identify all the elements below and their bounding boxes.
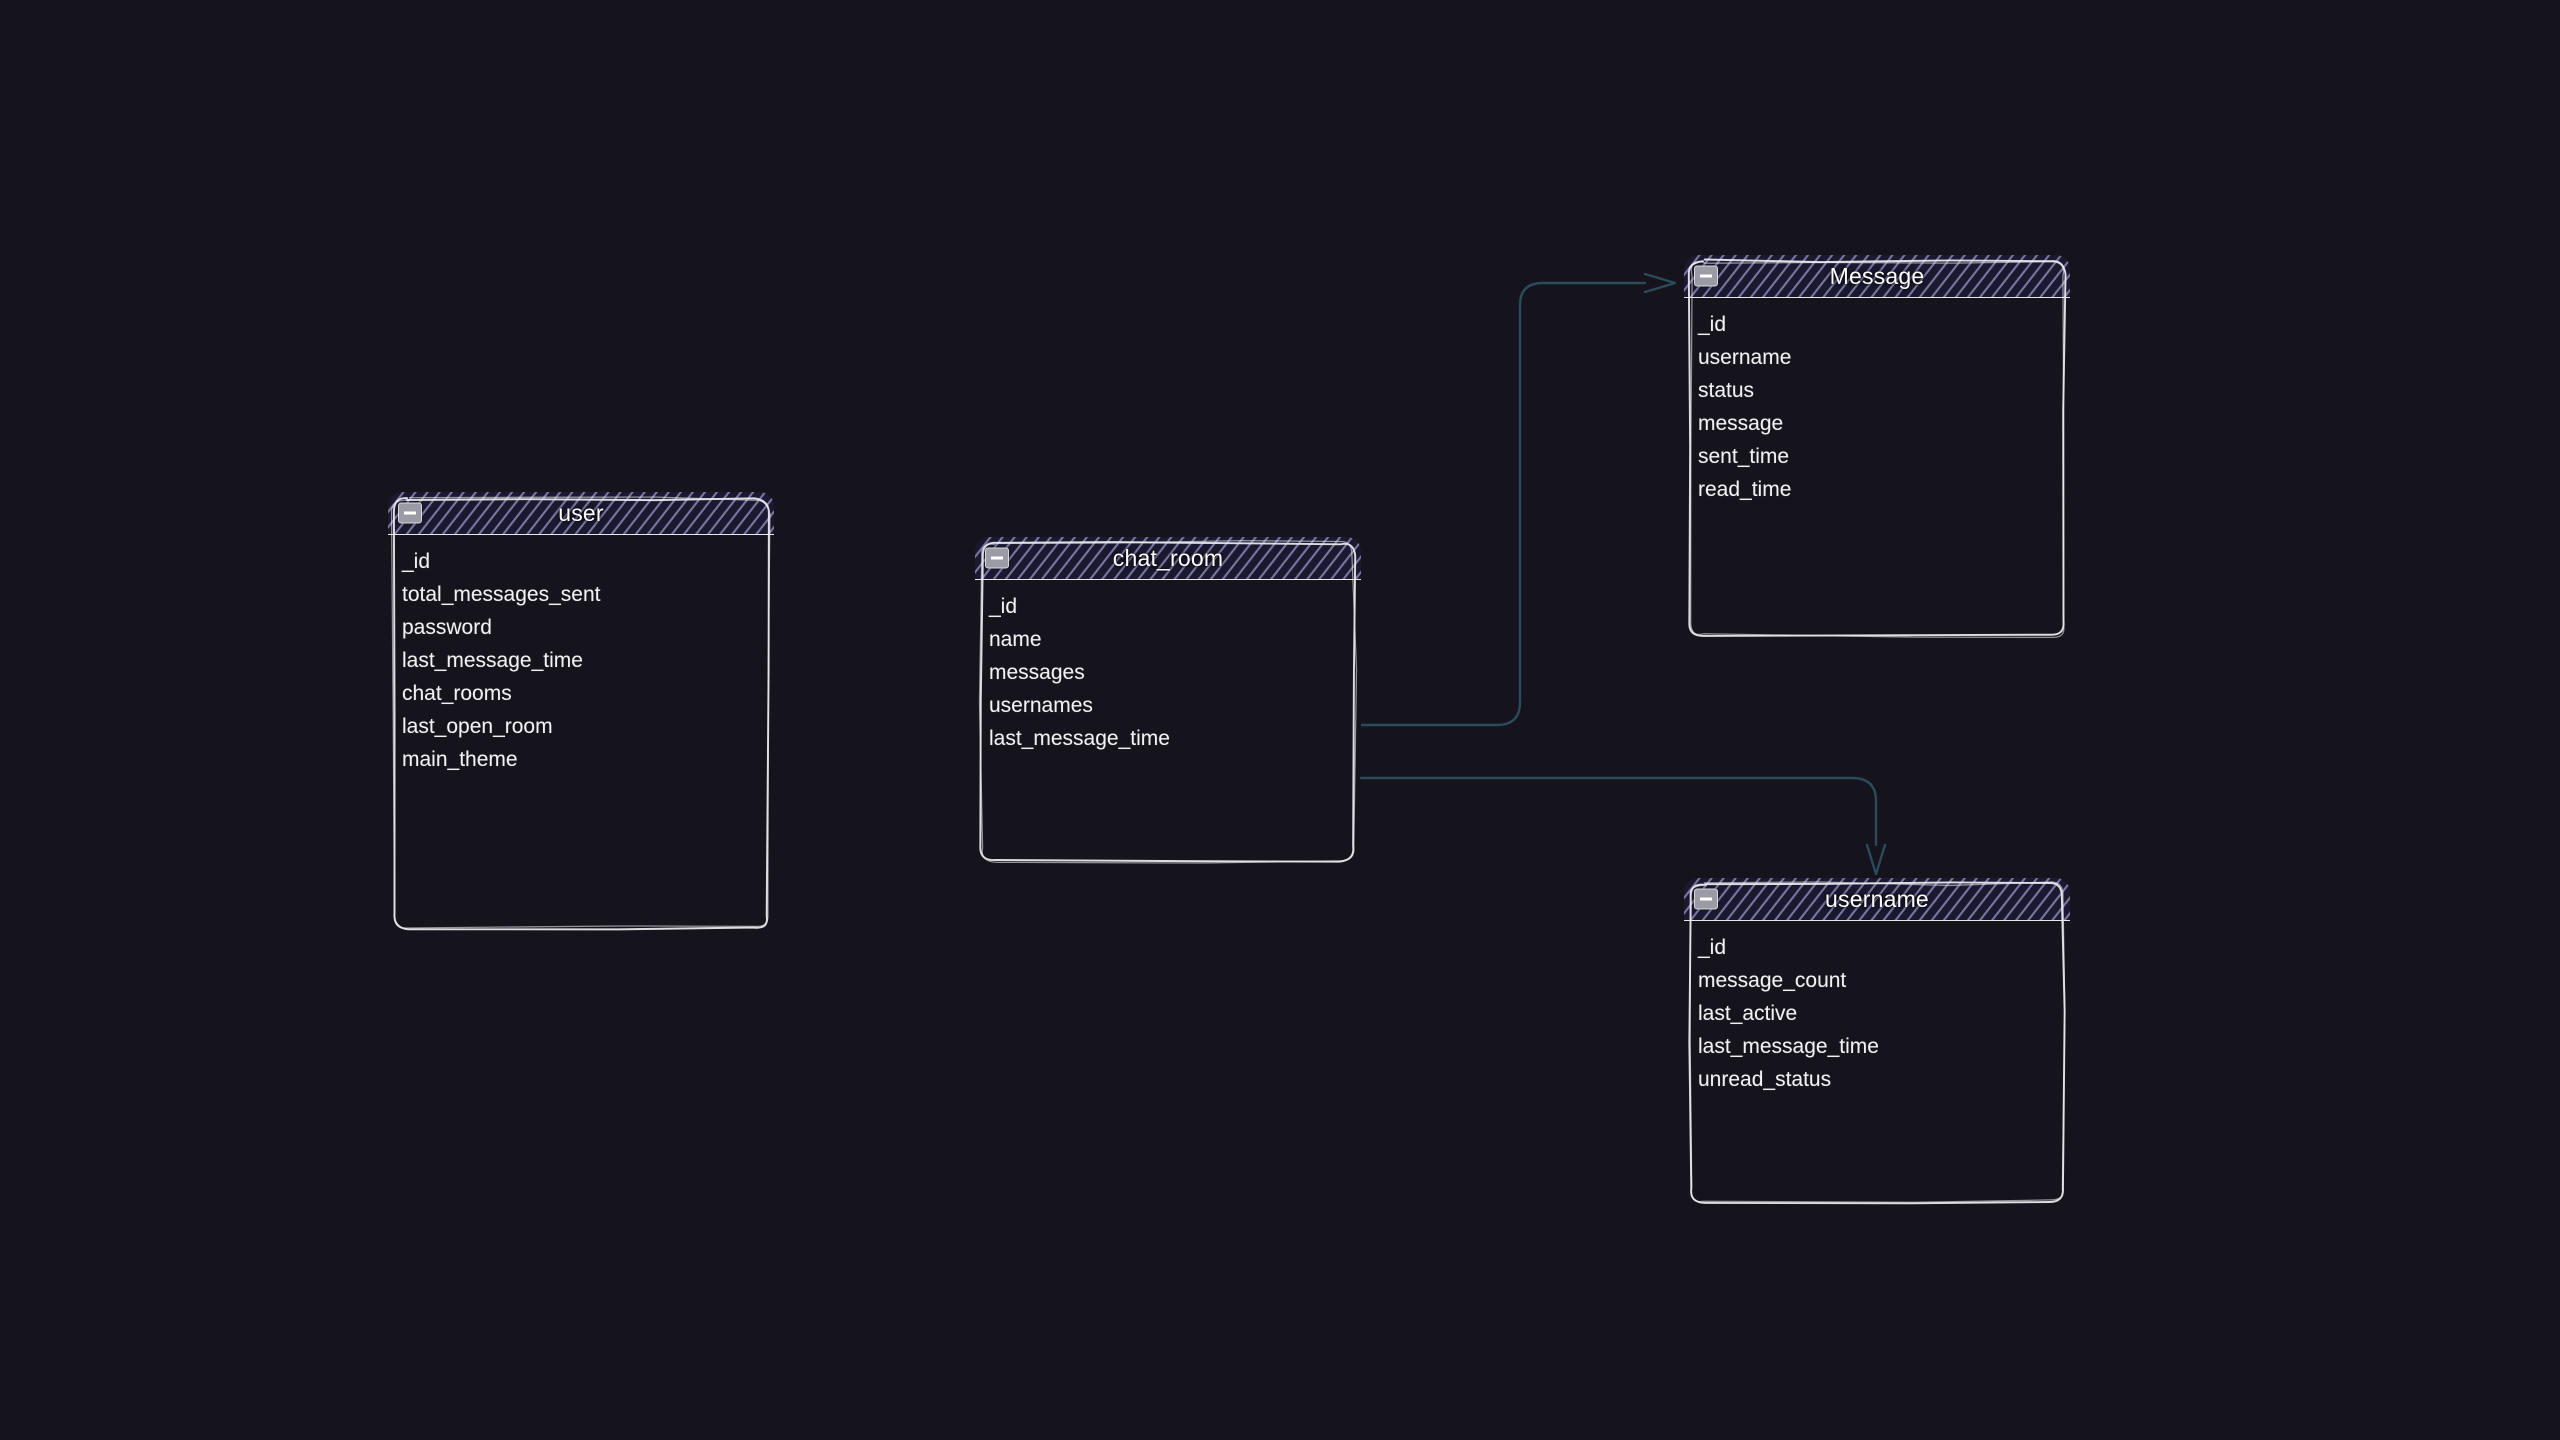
entity-inner: chat_room _id name messages usernames last_m…	[975, 537, 1361, 867]
attribute-row[interactable]: last_open_room	[388, 710, 774, 743]
entity-box-message[interactable]: Message _id username status message sent_tim…	[1684, 255, 2070, 642]
attribute-row[interactable]: message	[1684, 407, 2070, 440]
entity-box-username[interactable]: username _id message_count last_active last…	[1684, 878, 2070, 1208]
attribute-row[interactable]: main_theme	[388, 743, 774, 776]
entity-header: user	[388, 492, 774, 535]
attribute-row[interactable]: _id	[1684, 308, 2070, 341]
attribute-row[interactable]: unread_status	[1684, 1063, 2070, 1096]
entity-header: chat_room	[975, 537, 1361, 580]
connector-chat_room-to-username[interactable]	[1359, 776, 1878, 847]
attribute-row[interactable]: last_message_time	[388, 644, 774, 677]
connector-chat_room-to-message[interactable]	[1359, 281, 1647, 727]
attribute-row[interactable]: username	[1684, 341, 2070, 374]
entity-box-user[interactable]: user _id total_messages_sent password last_…	[388, 492, 774, 935]
attribute-row[interactable]: read_time	[1684, 473, 2070, 506]
minimize-icon-chat_room[interactable]	[985, 547, 1009, 569]
attribute-row[interactable]: _id	[975, 590, 1361, 623]
attribute-list-username: _id message_count last_active last_message_…	[1684, 921, 2070, 1110]
attribute-row[interactable]: last_message_time	[975, 722, 1361, 755]
attribute-row[interactable]: password	[388, 611, 774, 644]
attribute-row[interactable]: _id	[1684, 931, 2070, 964]
attribute-list-user: _id total_messages_sent password last_messa…	[388, 535, 774, 790]
attribute-row[interactable]: chat_rooms	[388, 677, 774, 710]
entity-inner: Message _id username status message sent_tim…	[1684, 255, 2070, 642]
entity-box-chat_room[interactable]: chat_room _id name messages usernames last_m…	[975, 537, 1361, 867]
attribute-row[interactable]: sent_time	[1684, 440, 2070, 473]
minimize-icon-message[interactable]	[1694, 265, 1718, 287]
attribute-row[interactable]: _id	[388, 545, 774, 578]
er-diagram-canvas: user _id total_messages_sent password last_…	[0, 0, 2560, 1440]
entity-inner: user _id total_messages_sent password last_…	[388, 492, 774, 935]
entity-title-message: Message	[1829, 262, 1925, 289]
entity-title-user: user	[558, 499, 604, 526]
minimize-icon-user[interactable]	[398, 502, 422, 524]
connector-arrowhead-chat_room-to-username	[1865, 843, 1887, 876]
attribute-row[interactable]: status	[1684, 374, 2070, 407]
attribute-row[interactable]: message_count	[1684, 964, 2070, 997]
entity-title-chat_room: chat_room	[1112, 544, 1224, 571]
attribute-row[interactable]: usernames	[975, 689, 1361, 722]
entity-header: Message	[1684, 255, 2070, 298]
attribute-row[interactable]: last_active	[1684, 997, 2070, 1030]
entity-inner: username _id message_count last_active last…	[1684, 878, 2070, 1208]
minimize-icon-username[interactable]	[1694, 888, 1718, 910]
attribute-row[interactable]: total_messages_sent	[388, 578, 774, 611]
attribute-row[interactable]: last_message_time	[1684, 1030, 2070, 1063]
attribute-list-message: _id username status message sent_time read_ti…	[1684, 298, 2070, 520]
attribute-row[interactable]: name	[975, 623, 1361, 656]
entity-header: username	[1684, 878, 2070, 921]
entity-title-username: username	[1825, 885, 1929, 912]
attribute-row[interactable]: messages	[975, 656, 1361, 689]
connector-arrowhead-chat_room-to-message	[1643, 272, 1677, 294]
attribute-list-chat_room: _id name messages usernames last_message_tim…	[975, 580, 1361, 769]
